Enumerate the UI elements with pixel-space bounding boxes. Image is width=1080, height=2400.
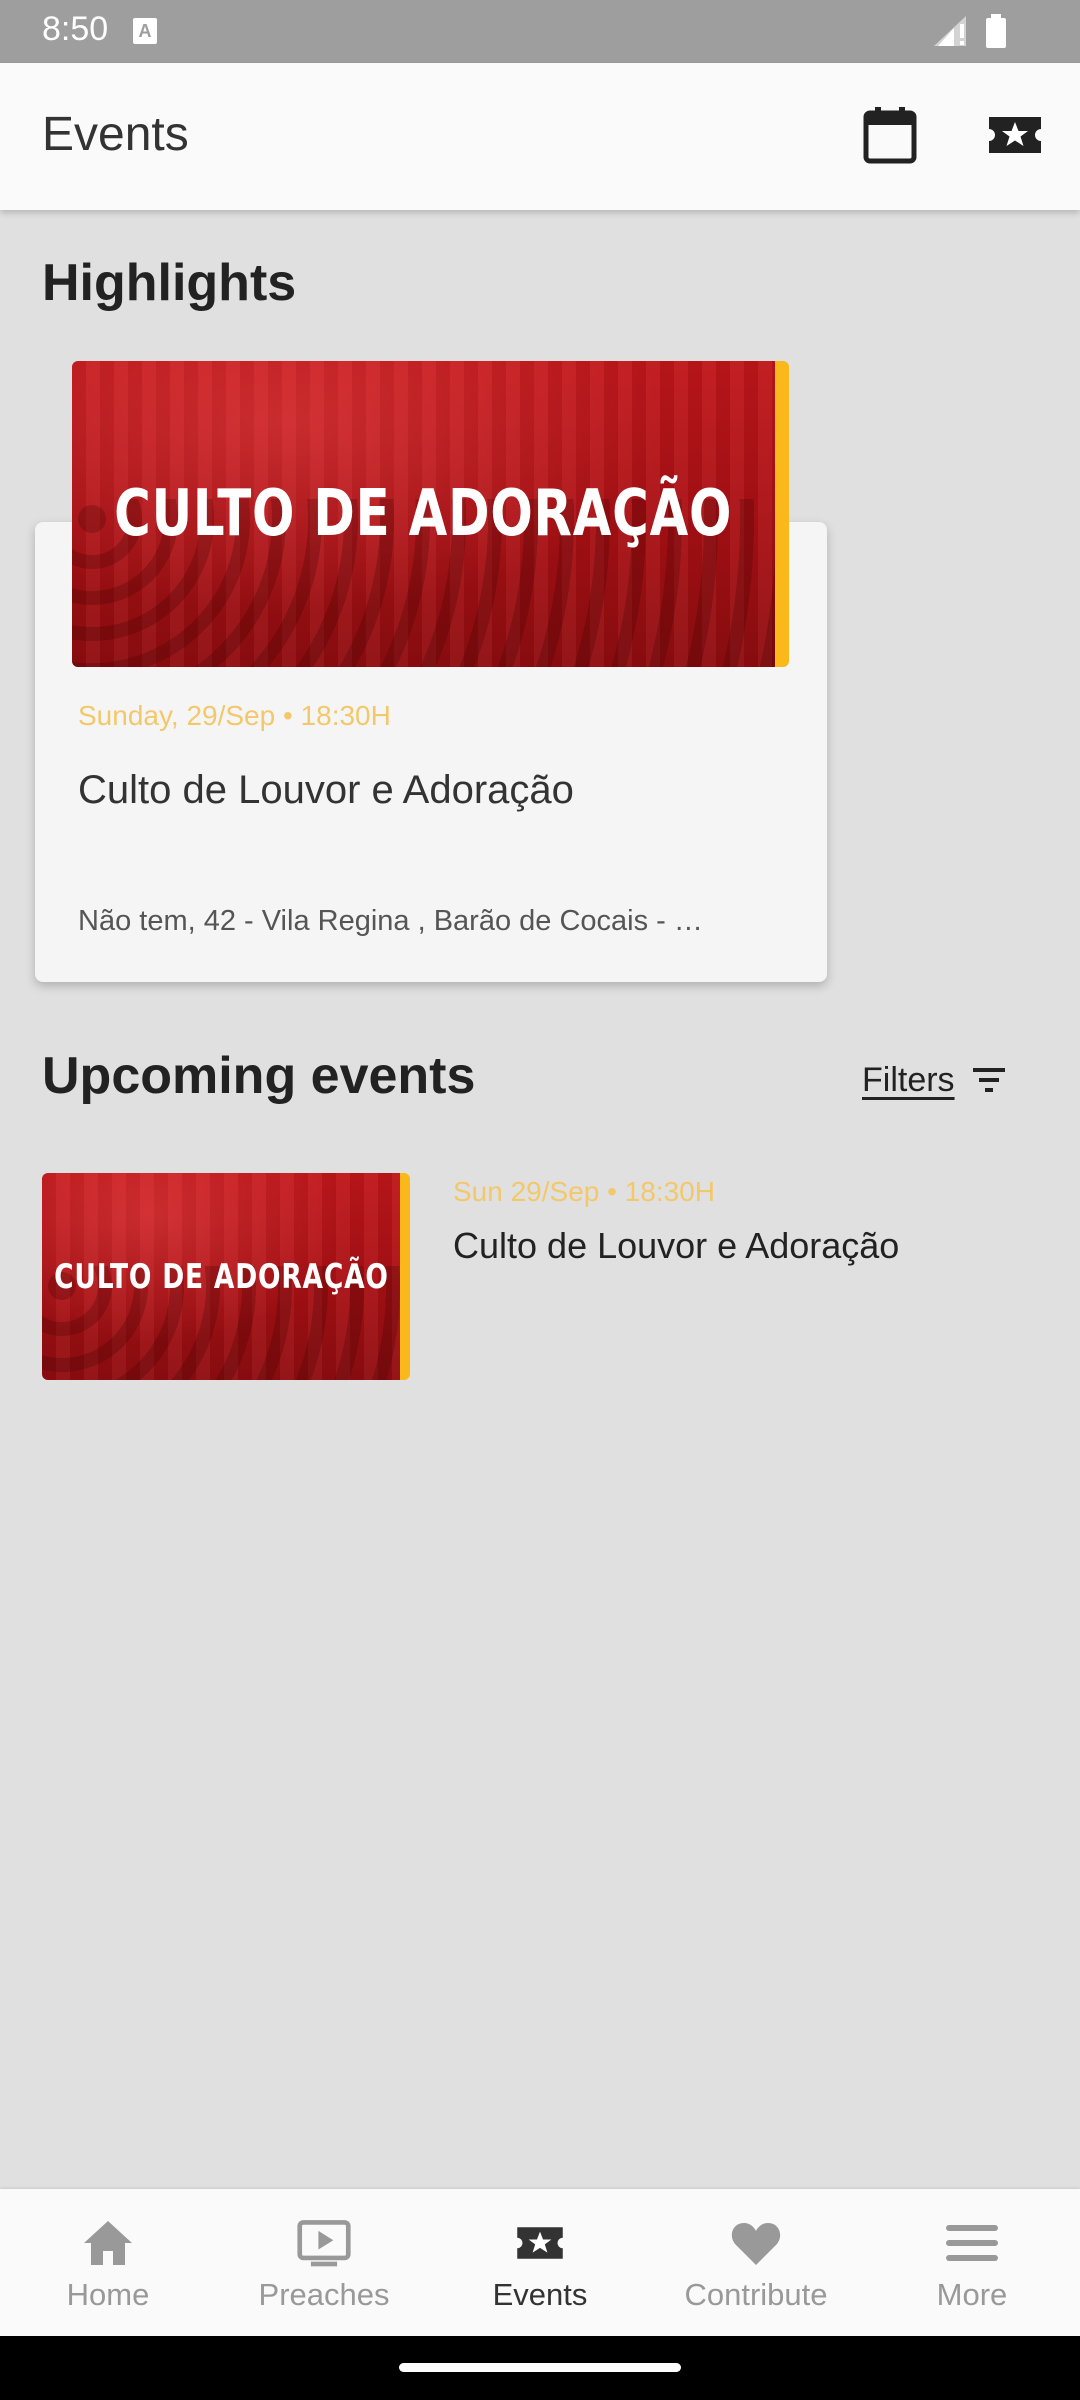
a-icon: A: [133, 18, 157, 44]
highlight-event-address: Não tem, 42 - Vila Regina , Barão de Coc…: [78, 905, 703, 937]
status-time: 8:50: [42, 10, 109, 48]
filters-button[interactable]: Filters: [862, 1055, 1007, 1105]
home-icon: [80, 2215, 136, 2271]
accent-strip: [775, 361, 789, 667]
nav-label-home: Home: [66, 2277, 150, 2312]
highlight-event-image[interactable]: CULTO DE ADORAÇÃO: [72, 361, 789, 667]
video-play-icon: [296, 2215, 352, 2271]
nav-item-contribute[interactable]: Contribute: [648, 2189, 864, 2336]
event-name: Culto de Louvor e Adoração: [453, 1225, 900, 1266]
list-item[interactable]: CULTO DE ADORAÇÃO Sun 29/Sep • 18:30H Cu…: [42, 1173, 1042, 1380]
upcoming-events-title: Upcoming events: [42, 1047, 476, 1105]
banner-text: CULTO DE ADORAÇÃO: [114, 477, 733, 551]
filters-label: Filters: [862, 1060, 955, 1099]
event-banner: CULTO DE ADORAÇÃO: [72, 361, 775, 667]
calendar-icon[interactable]: [858, 103, 922, 167]
filter-icon: [972, 1068, 1005, 1092]
page-title: Events: [42, 108, 189, 161]
ticket-star-icon[interactable]: [983, 103, 1047, 167]
ticket-star-icon: [512, 2215, 568, 2271]
system-navigation-bar: [0, 2336, 1080, 2400]
highlights-title: Highlights: [42, 254, 297, 312]
banner-text: CULTO DE ADORAÇÃO: [53, 1256, 389, 1297]
bottom-navigation: Home Preaches Events Contribute More: [0, 2189, 1080, 2336]
heart-icon: [728, 2215, 784, 2271]
signal-icon: [934, 16, 966, 46]
nav-item-events[interactable]: Events: [432, 2189, 648, 2336]
accent-strip: [400, 1173, 410, 1380]
nav-label-preaches: Preaches: [258, 2277, 390, 2312]
app-bar: Events: [0, 63, 1080, 210]
nav-item-more[interactable]: More: [864, 2189, 1080, 2336]
event-date: Sun 29/Sep • 18:30H: [453, 1176, 715, 1207]
status-bar: 8:50 A: [0, 0, 1080, 63]
event-thumbnail: CULTO DE ADORAÇÃO: [42, 1173, 410, 1380]
highlight-event-name: Culto de Louvor e Adoração: [78, 768, 574, 812]
nav-item-home[interactable]: Home: [0, 2189, 216, 2336]
event-banner: CULTO DE ADORAÇÃO: [42, 1173, 400, 1380]
highlight-event-date: Sunday, 29/Sep • 18:30H: [78, 700, 391, 731]
nav-item-preaches[interactable]: Preaches: [216, 2189, 432, 2336]
battery-icon: [986, 14, 1006, 48]
nav-label-contribute: Contribute: [684, 2277, 828, 2312]
menu-icon: [944, 2215, 1000, 2271]
gesture-handle[interactable]: [399, 2363, 681, 2372]
nav-label-more: More: [936, 2277, 1008, 2312]
nav-label-events: Events: [492, 2277, 588, 2312]
